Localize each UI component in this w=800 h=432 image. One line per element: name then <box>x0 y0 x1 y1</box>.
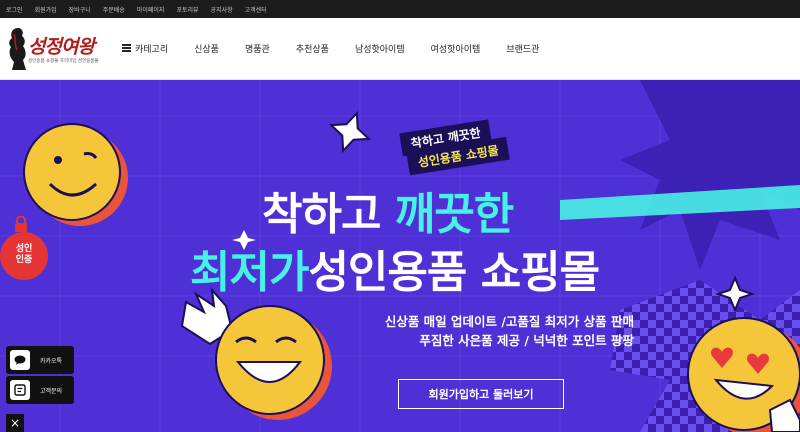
top-link-photo-review[interactable]: 포토리뷰 <box>176 5 198 14</box>
nav-women-hot[interactable]: 여성핫아이템 <box>431 42 481 55</box>
site-header: 성정여왕 성인용품 쇼핑몰 프리미엄 성인용품몰 카테고리 신상품 명품관 추천… <box>0 18 800 80</box>
customer-inquiry-label: 고객문의 <box>40 387 63 395</box>
kakaotalk-label: 카카오톡 <box>40 357 63 365</box>
top-link-cart[interactable]: 장바구니 <box>69 5 91 14</box>
top-link-support[interactable]: 고객센터 <box>245 5 267 14</box>
nav-brands[interactable]: 브랜드관 <box>506 42 539 55</box>
top-utility-bar: 로그인 회원가입 장바구니 주문배송 마이페이지 포토리뷰 공지사항 고객센터 <box>0 0 800 18</box>
hero-description: 신상품 매일 업데이트 /고품질 최저가 상품 판매 푸짐한 사은품 제공 / … <box>334 312 634 350</box>
main-nav: 카테고리 신상품 명품관 추천상품 남성핫아이템 여성핫아이템 브랜드관 <box>122 18 565 78</box>
top-link-notice[interactable]: 공지사항 <box>211 5 233 14</box>
hero-headline-2-cyan: 최저가 <box>190 247 309 298</box>
hero-desc-line1: 신상품 매일 업데이트 /고품질 최저가 상품 판매 <box>384 314 634 329</box>
lock-icon <box>15 216 27 232</box>
top-link-orders[interactable]: 주문배송 <box>103 5 125 14</box>
signup-browse-button[interactable]: 회원가입하고 둘러보기 <box>398 379 564 409</box>
hero-headline-2-white: 성인용품 쇼핑몰 <box>308 247 600 298</box>
close-side-panel-button[interactable]: × <box>6 414 24 432</box>
adult-badge-line1: 성인 <box>15 244 33 254</box>
top-link-join[interactable]: 회원가입 <box>35 5 57 14</box>
inquiry-icon <box>10 380 30 400</box>
chat-bubble-icon <box>10 350 30 370</box>
logo-subtitle: 성인용품 쇼핑몰 프리미엄 성인용품몰 <box>28 59 99 64</box>
customer-inquiry-button[interactable]: 고객문의 <box>6 376 74 404</box>
adult-badge-line2: 인증 <box>15 255 33 265</box>
nav-category-label: 카테고리 <box>135 44 169 55</box>
nav-category[interactable]: 카테고리 <box>122 42 168 55</box>
hero-headline-1: 착하고 깨끗한 <box>262 178 514 242</box>
hamburger-icon <box>122 43 131 54</box>
logo-text: 성정여왕 <box>28 36 95 58</box>
kakaotalk-button[interactable]: 카카오톡 <box>6 346 74 374</box>
hero-headline-2: 최저가성인용품 쇼핑몰 <box>190 236 600 300</box>
hero-desc-line2: 푸짐한 사은품 제공 / 넉넉한 포인트 팡팡 <box>419 333 634 348</box>
nav-luxury[interactable]: 명품관 <box>245 42 270 55</box>
nav-new-products[interactable]: 신상품 <box>194 42 219 55</box>
nav-recommended[interactable]: 추천상품 <box>296 42 329 55</box>
adult-verification-badge[interactable]: 성인 인증 <box>0 232 48 280</box>
site-logo[interactable]: 성정여왕 성인용품 쇼핑몰 프리미엄 성인용품몰 <box>4 24 108 72</box>
hero-banner[interactable]: 착하고 깨끗한 성인용품 쇼핑몰 착하고 깨끗한 최저가성인용품 쇼핑몰 신상품… <box>0 80 800 432</box>
top-link-login[interactable]: 로그인 <box>6 5 23 14</box>
hero-headline-1-white: 착하고 <box>262 189 395 240</box>
top-link-mypage[interactable]: 마이페이지 <box>137 5 165 14</box>
hero-headline-1-cyan: 깨끗한 <box>394 189 514 240</box>
nav-men-hot[interactable]: 남성핫아이템 <box>355 42 405 55</box>
